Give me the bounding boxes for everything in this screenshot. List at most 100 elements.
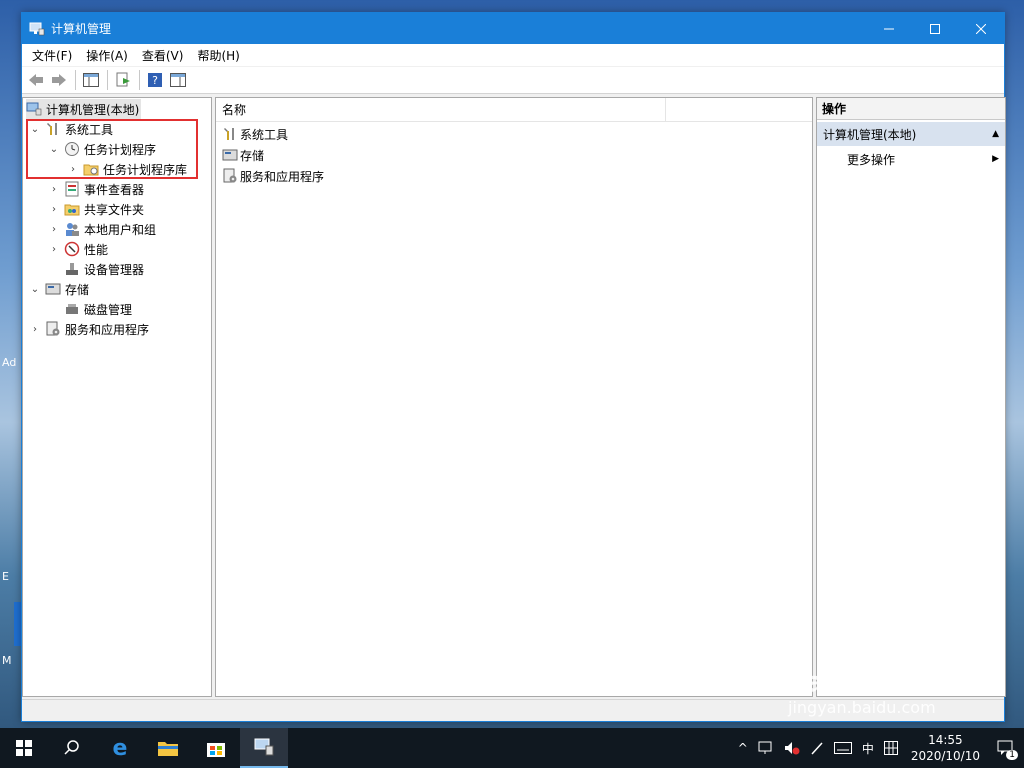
tree-item-shared-folders[interactable]: › 共享文件夹	[47, 199, 144, 219]
toolbar-separator	[107, 70, 108, 90]
watermark-url: jingyan.baidu.com	[788, 698, 936, 717]
search-icon	[64, 740, 79, 755]
volume-muted-icon[interactable]	[779, 741, 805, 755]
tree-item-label: 存储	[65, 282, 90, 297]
chevron-down-icon[interactable]: ⌄	[28, 122, 42, 136]
actions-header-label: 操作	[822, 102, 847, 116]
more-actions-label: 更多操作	[847, 152, 896, 167]
tree-item-disk-management[interactable]: 磁盘管理	[64, 299, 132, 319]
clock-time: 14:55	[928, 733, 963, 747]
list-item-system-tools[interactable]: 系统工具	[222, 124, 288, 144]
ime-mode-button[interactable]: 中	[857, 740, 879, 757]
show-hide-action-pane-button[interactable]	[167, 69, 189, 91]
chevron-right-icon[interactable]: ›	[47, 242, 61, 256]
minimize-icon	[884, 28, 894, 29]
more-actions-item[interactable]: 更多操作 ▶	[847, 148, 1005, 170]
desktop-icon-label[interactable]: M	[2, 654, 12, 667]
search-button[interactable]	[48, 728, 96, 768]
menu-help[interactable]: 帮助(H)	[190, 47, 246, 64]
collapse-up-icon[interactable]: ▲	[992, 129, 999, 139]
list-item-storage[interactable]: 存储	[222, 145, 264, 165]
menu-view[interactable]: 查看(V)	[135, 47, 191, 64]
tree-item-label: 共享文件夹	[84, 202, 145, 217]
tree-item-system-tools[interactable]: ⌄ 系统工具	[28, 119, 113, 139]
list-item-services-applications[interactable]: 服务和应用程序	[222, 166, 324, 186]
pen-icon	[811, 742, 823, 755]
arrow-left-icon	[29, 74, 43, 86]
services-icon	[223, 168, 237, 183]
chevron-down-icon[interactable]: ⌄	[28, 282, 42, 296]
show-hidden-icons-chevron-up-icon[interactable]: ^	[733, 741, 753, 755]
export-list-button[interactable]	[112, 69, 134, 91]
tree-item-performance[interactable]: › 性能	[47, 239, 108, 259]
title-bar[interactable]: 计算机管理	[22, 13, 1004, 44]
start-button[interactable]	[0, 728, 48, 768]
menu-bar: 文件(F) 操作(A) 查看(V) 帮助(H)	[22, 44, 1004, 66]
tree-item-label: 磁盘管理	[84, 302, 133, 317]
show-hide-console-tree-button[interactable]	[80, 69, 102, 91]
forward-button[interactable]	[48, 69, 70, 91]
taskbar-computer-management[interactable]	[240, 728, 288, 768]
svg-text:?: ?	[152, 74, 158, 87]
clock[interactable]: 14:55 2020/10/10	[903, 732, 988, 764]
tree-item-label: 本地用户和组	[84, 222, 157, 237]
close-button[interactable]	[958, 13, 1004, 44]
tree-item-label: 性能	[84, 242, 109, 257]
pen-icon[interactable]	[805, 741, 829, 755]
list-item-label: 系统工具	[240, 127, 289, 142]
help-button[interactable]: ?	[144, 69, 166, 91]
chevron-down-icon[interactable]: ⌄	[47, 142, 61, 156]
tree-item-task-scheduler[interactable]: ⌄ 任务计划程序	[47, 139, 156, 159]
computer-management-icon	[254, 738, 274, 756]
arrow-right-icon	[52, 74, 66, 86]
menu-action[interactable]: 操作(A)	[79, 47, 135, 64]
console-tree: 计算机管理(本地) ⌄ 系统工具 ⌄ 任务计划程序 › 任务计划程序库 › 事件…	[22, 97, 212, 697]
action-center-button[interactable]: 1	[988, 728, 1024, 768]
clock-date: 2020/10/10	[910, 749, 980, 763]
desktop-icon-label[interactable]: Ad	[2, 356, 16, 369]
users-icon	[66, 223, 79, 236]
maximize-icon	[930, 23, 940, 34]
touch-keyboard-icon[interactable]	[829, 742, 857, 754]
tree-item-device-manager[interactable]: 设备管理器	[64, 259, 144, 279]
minimize-button[interactable]	[866, 13, 912, 44]
taskbar-store[interactable]	[192, 728, 240, 768]
speaker-muted-icon	[784, 742, 800, 755]
ime-layout-icon[interactable]	[879, 741, 903, 755]
computer-management-window: 计算机管理 文件(F) 操作(A) 查看(V) 帮助(H) ? 计算机管理(本地…	[21, 12, 1006, 722]
actions-section-computer-management[interactable]: 计算机管理(本地) ▲	[817, 122, 1005, 146]
tree-item-services-applications[interactable]: › 服务和应用程序	[28, 319, 149, 339]
storage-icon	[45, 283, 61, 295]
chevron-right-icon[interactable]: ›	[47, 182, 61, 196]
toolbar-separator	[75, 70, 76, 90]
list-item-label: 存储	[240, 148, 265, 163]
clock-icon	[65, 142, 79, 156]
shared-folder-icon	[64, 204, 80, 216]
grid-icon	[883, 741, 898, 755]
taskbar-edge[interactable]: e	[96, 728, 144, 768]
toolbar: ?	[22, 67, 1004, 94]
taskbar-file-explorer[interactable]	[144, 728, 192, 768]
desktop-icon-label[interactable]: E	[2, 570, 9, 583]
back-button[interactable]	[25, 69, 47, 91]
computer-management-icon	[29, 22, 45, 35]
tree-item-local-users-groups[interactable]: › 本地用户和组	[47, 219, 156, 239]
tree-item-label: 系统工具	[65, 122, 114, 137]
chevron-right-icon[interactable]: ›	[66, 162, 80, 176]
column-header-name[interactable]: 名称	[216, 97, 666, 122]
disk-icon	[66, 304, 78, 314]
chevron-right-icon[interactable]: ›	[47, 202, 61, 216]
tree-item-task-scheduler-library[interactable]: › 任务计划程序库	[66, 159, 187, 179]
tree-item-storage[interactable]: ⌄ 存储	[28, 279, 89, 299]
chevron-right-icon[interactable]: ›	[47, 222, 61, 236]
network-icon[interactable]	[753, 741, 779, 755]
tree-item-computer-management-local[interactable]: 计算机管理(本地)	[26, 99, 142, 119]
tree-item-label: 设备管理器	[84, 262, 145, 277]
chevron-right-icon[interactable]: ›	[28, 322, 42, 336]
menu-file[interactable]: 文件(F)	[25, 47, 79, 64]
device-manager-icon	[66, 263, 78, 275]
tree-item-event-viewer[interactable]: › 事件查看器	[47, 179, 144, 199]
maximize-button[interactable]	[912, 13, 958, 44]
svg-text:e: e	[113, 737, 128, 759]
folder-icon	[158, 742, 178, 756]
